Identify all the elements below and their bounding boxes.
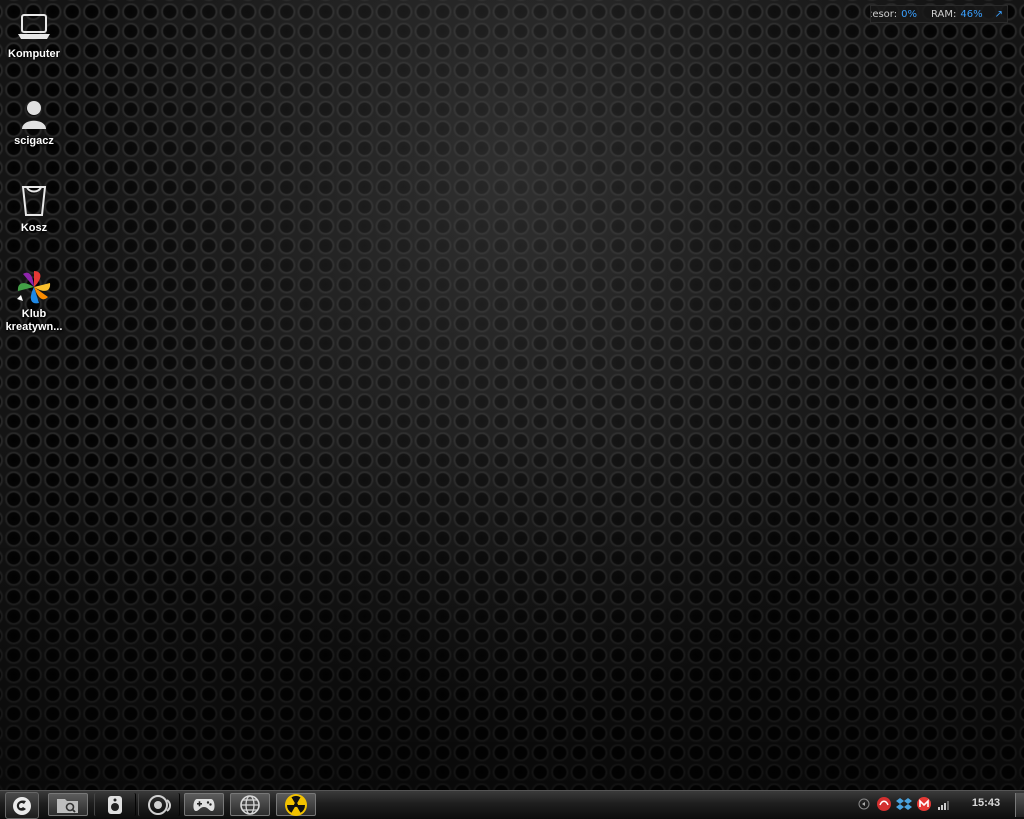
start-button[interactable] (5, 792, 39, 819)
desktop: Komputer scigacz Kosz Klub kreatywn... (0, 0, 1024, 790)
volume-icon[interactable] (856, 796, 872, 812)
signal-icon[interactable] (936, 796, 952, 812)
red-app-icon[interactable] (876, 796, 892, 812)
taskbar-browser-button[interactable] (230, 793, 270, 816)
laptop-icon (14, 8, 54, 46)
desktop-icon-label: Kosz (20, 222, 48, 234)
show-desktop-button[interactable] (1015, 793, 1024, 817)
gmail-icon[interactable] (916, 796, 932, 812)
system-tray (856, 796, 952, 812)
pinwheel-icon (14, 268, 54, 306)
desktop-icon-label: Komputer (8, 48, 60, 60)
folder-search-icon (57, 798, 78, 813)
desktop-icon-scigacz[interactable]: scigacz (2, 95, 66, 148)
expand-arrow-icon[interactable]: ↗ (995, 9, 1003, 20)
gamepad-icon (193, 798, 215, 811)
ram-label: RAM: (930, 8, 957, 20)
taskbar-radiation-app-button[interactable] (276, 793, 316, 816)
system-monitor-widget[interactable]: ocesor: 0% RAM: 46% ↗ (870, 5, 1008, 23)
ram-value: 46% (960, 8, 983, 20)
start-orb-icon (13, 796, 31, 815)
desktop-icon-kosz[interactable]: Kosz (2, 182, 66, 235)
taskbar: 15:43 (0, 790, 1024, 819)
cpu-value: 0% (901, 8, 917, 20)
globe-icon (240, 794, 260, 815)
speaker-icon (108, 795, 122, 814)
clock[interactable]: 15:43 (962, 797, 1010, 809)
user-icon (14, 95, 54, 133)
desktop-icon-komputer[interactable]: Komputer (2, 8, 66, 61)
webcam-icon (148, 794, 171, 815)
taskbar-webcam-button[interactable] (138, 793, 180, 816)
radiation-icon (285, 793, 307, 816)
desktop-icon-label: Klub kreatywn... (5, 308, 63, 333)
desktop-icon-label: scigacz (14, 135, 54, 147)
taskbar-explorer-button[interactable] (48, 793, 88, 816)
dropbox-icon[interactable] (896, 796, 912, 812)
trash-icon (14, 182, 54, 220)
cpu-label: ocesor: (871, 8, 898, 20)
desktop-icon-klub[interactable]: Klub kreatywn... (2, 268, 66, 334)
taskbar-audio-button[interactable] (94, 793, 136, 816)
taskbar-games-button[interactable] (184, 793, 224, 816)
